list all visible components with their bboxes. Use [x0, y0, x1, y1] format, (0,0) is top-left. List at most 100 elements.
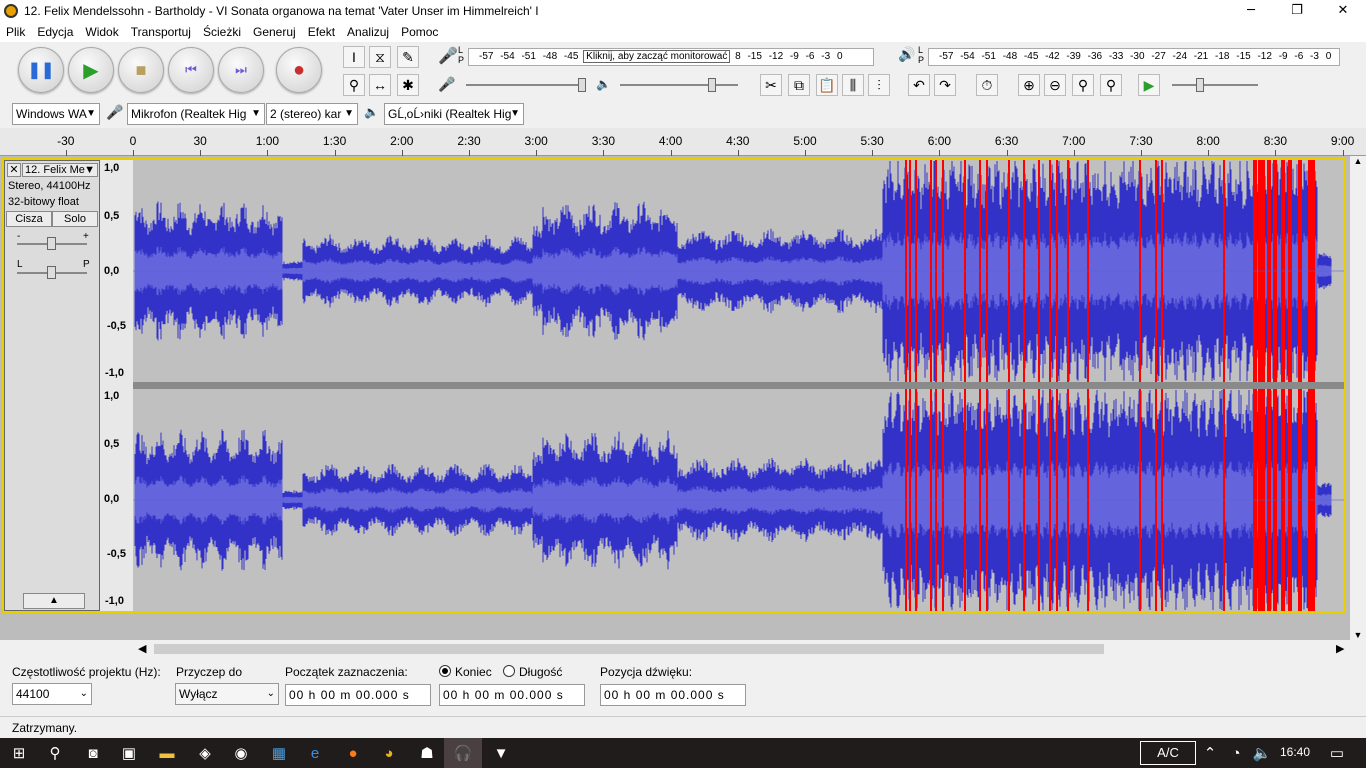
tray-volume[interactable]: 🔈	[1250, 738, 1274, 768]
tray-network[interactable]: ◔	[1224, 738, 1248, 768]
cut-button[interactable]: ✂	[760, 74, 782, 96]
record-button[interactable]: ●	[276, 47, 322, 93]
play-at-speed-button[interactable]: ▶	[1138, 74, 1160, 96]
audio-position-field[interactable]: 00 h 00 m 00.000 s	[600, 684, 746, 706]
trim-button[interactable]: ⫼	[842, 74, 864, 96]
horizontal-scroll-thumb[interactable]	[154, 644, 1104, 654]
search-button[interactable]: ⚲	[36, 738, 74, 768]
selection-start-field[interactable]: 00 h 00 m 00.000 s	[285, 684, 431, 706]
playback-device-select[interactable]: GĹ‚oĹ›niki (Realtek Hig ▼	[384, 103, 524, 125]
copy-button[interactable]: ⧉	[788, 74, 810, 96]
pan-thumb[interactable]	[47, 266, 56, 279]
playback-meter[interactable]: -57 -54 -51 -48 -45 -42 -39 -36 -33 -30 …	[928, 48, 1340, 66]
vertical-scrollbar[interactable]: ▲ ▼	[1350, 156, 1366, 640]
taskbar-firefox[interactable]: ●	[334, 738, 372, 768]
snap-to-select[interactable]: Wyłącz ⌄	[175, 683, 279, 705]
output-volume-slider[interactable]	[620, 84, 738, 86]
timeshift-tool[interactable]: ↔	[369, 74, 391, 96]
menu-analyze[interactable]: Analizuj	[341, 22, 395, 42]
taskbar-camera[interactable]: ◙	[74, 738, 112, 768]
fit-project-button[interactable]: ⚲	[1100, 74, 1122, 96]
menu-file[interactable]: Plik	[0, 22, 31, 42]
collapse-track-button[interactable]: ▲	[23, 593, 85, 609]
multi-tool[interactable]: ✱	[397, 74, 419, 96]
recording-device-select[interactable]: Mikrofon (Realtek Hig ▼	[127, 103, 265, 125]
scroll-left-icon[interactable]: ◀	[138, 642, 146, 655]
length-radio[interactable]	[503, 665, 515, 677]
taskbar-app-2[interactable]: ◉	[222, 738, 260, 768]
audio-host-select[interactable]: Windows WA ▼	[12, 103, 100, 125]
track-name-menu[interactable]: 12. Felix Me ▼	[22, 163, 98, 177]
zoom-out-button[interactable]: ⊖	[1044, 74, 1066, 96]
taskbar-app-1[interactable]: ◈	[186, 738, 224, 768]
recording-channels-select[interactable]: 2 (stereo) kar ▼	[266, 103, 358, 125]
maximize-button[interactable]: ❐	[1274, 0, 1320, 22]
start-button[interactable]: ⊞	[0, 738, 38, 768]
minimize-button[interactable]: ─	[1228, 0, 1274, 22]
stop-button[interactable]: ■	[118, 47, 164, 93]
vscale-top-0: 0,0	[104, 265, 120, 277]
title-bar: 12. Felix Mendelssohn - Bartholdy - VI S…	[0, 0, 1366, 22]
redo-button[interactable]: ↷	[934, 74, 956, 96]
menu-generate[interactable]: Generuj	[247, 22, 302, 42]
zoom-tool[interactable]: ⚲	[343, 74, 365, 96]
waveform-display[interactable]	[133, 160, 1345, 611]
sync-lock-button[interactable]: ⏱	[976, 74, 998, 96]
play-icon: ▶	[1143, 77, 1155, 93]
end-radio[interactable]	[439, 665, 451, 677]
mic-volume-slider[interactable]	[466, 84, 584, 86]
taskbar-store[interactable]: ▣	[110, 738, 148, 768]
menu-help[interactable]: Pomoc	[395, 22, 444, 42]
app-icon: ▼	[493, 744, 509, 762]
play-speed-thumb[interactable]	[1196, 78, 1204, 92]
taskbar-edge[interactable]: e	[296, 738, 334, 768]
pause-button[interactable]: ❚❚	[18, 47, 64, 93]
horizontal-scrollbar[interactable]: ◀ ▶	[138, 642, 1350, 656]
silence-button[interactable]: ⫶	[868, 74, 890, 96]
output-volume-icon: 🔈	[596, 77, 611, 91]
menu-transport[interactable]: Transportuj	[125, 22, 197, 42]
taskbar-app-4[interactable]: ☗	[408, 738, 446, 768]
scroll-right-icon[interactable]: ▶	[1336, 642, 1344, 655]
skip-start-button[interactable]: ⏮	[168, 47, 214, 93]
scroll-up-icon[interactable]: ▲	[1350, 156, 1366, 166]
scroll-down-icon[interactable]: ▼	[1350, 630, 1366, 640]
taskbar-chrome[interactable]: ◕	[370, 738, 408, 768]
zoom-in-button[interactable]: ⊕	[1018, 74, 1040, 96]
clock[interactable]: 16:40	[1280, 745, 1310, 759]
menu-view[interactable]: Widok	[79, 22, 124, 42]
play-speed-slider[interactable]	[1172, 84, 1258, 86]
taskbar-audacity[interactable]: 🎧	[444, 738, 482, 768]
record-meter[interactable]: -57 -54 -51 -48 -45 Kliknij, aby zacząć …	[468, 48, 874, 66]
gain-thumb[interactable]	[47, 237, 56, 250]
menu-effect[interactable]: Efekt	[302, 22, 341, 42]
menu-edit[interactable]: Edycja	[31, 22, 79, 42]
tray-chevron[interactable]: ⌃	[1198, 738, 1222, 768]
taskbar-app-5[interactable]: ▼	[482, 738, 520, 768]
action-center[interactable]: ▭	[1318, 738, 1356, 768]
camera-icon: ◙	[88, 744, 98, 762]
close-button[interactable]: ✕	[1320, 0, 1366, 22]
track-close-button[interactable]: ✕	[7, 163, 21, 177]
taskbar-explorer[interactable]: ▬	[148, 738, 186, 768]
project-rate-select[interactable]: 44100 ⌄	[12, 683, 92, 705]
selection-tool[interactable]: I	[343, 46, 365, 68]
output-volume-thumb[interactable]	[708, 78, 716, 92]
fit-selection-button[interactable]: ⚲	[1072, 74, 1094, 96]
selection-end-field[interactable]: 00 h 00 m 00.000 s	[439, 684, 585, 706]
skip-end-button[interactable]: ⏭	[218, 47, 264, 93]
menu-tracks[interactable]: Ścieżki	[197, 22, 247, 42]
undo-button[interactable]: ↶	[908, 74, 930, 96]
draw-tool[interactable]: ✎	[397, 46, 419, 68]
mute-button[interactable]: Cisza	[6, 211, 52, 227]
play-button[interactable]: ▶	[68, 47, 114, 93]
volume-icon: 🔈	[1252, 745, 1272, 762]
rec-meter-hint[interactable]: Kliknij, aby zacząć monitorować	[583, 50, 731, 63]
envelope-tool[interactable]: ⧖	[369, 46, 391, 68]
language-indicator[interactable]: A/C	[1140, 741, 1196, 765]
mic-volume-thumb[interactable]	[578, 78, 586, 92]
taskbar-app-3[interactable]: ▦	[260, 738, 298, 768]
solo-button[interactable]: Solo	[52, 211, 98, 227]
paste-button[interactable]: 📋	[816, 74, 838, 96]
double-arrow-icon: ↔	[373, 77, 387, 93]
